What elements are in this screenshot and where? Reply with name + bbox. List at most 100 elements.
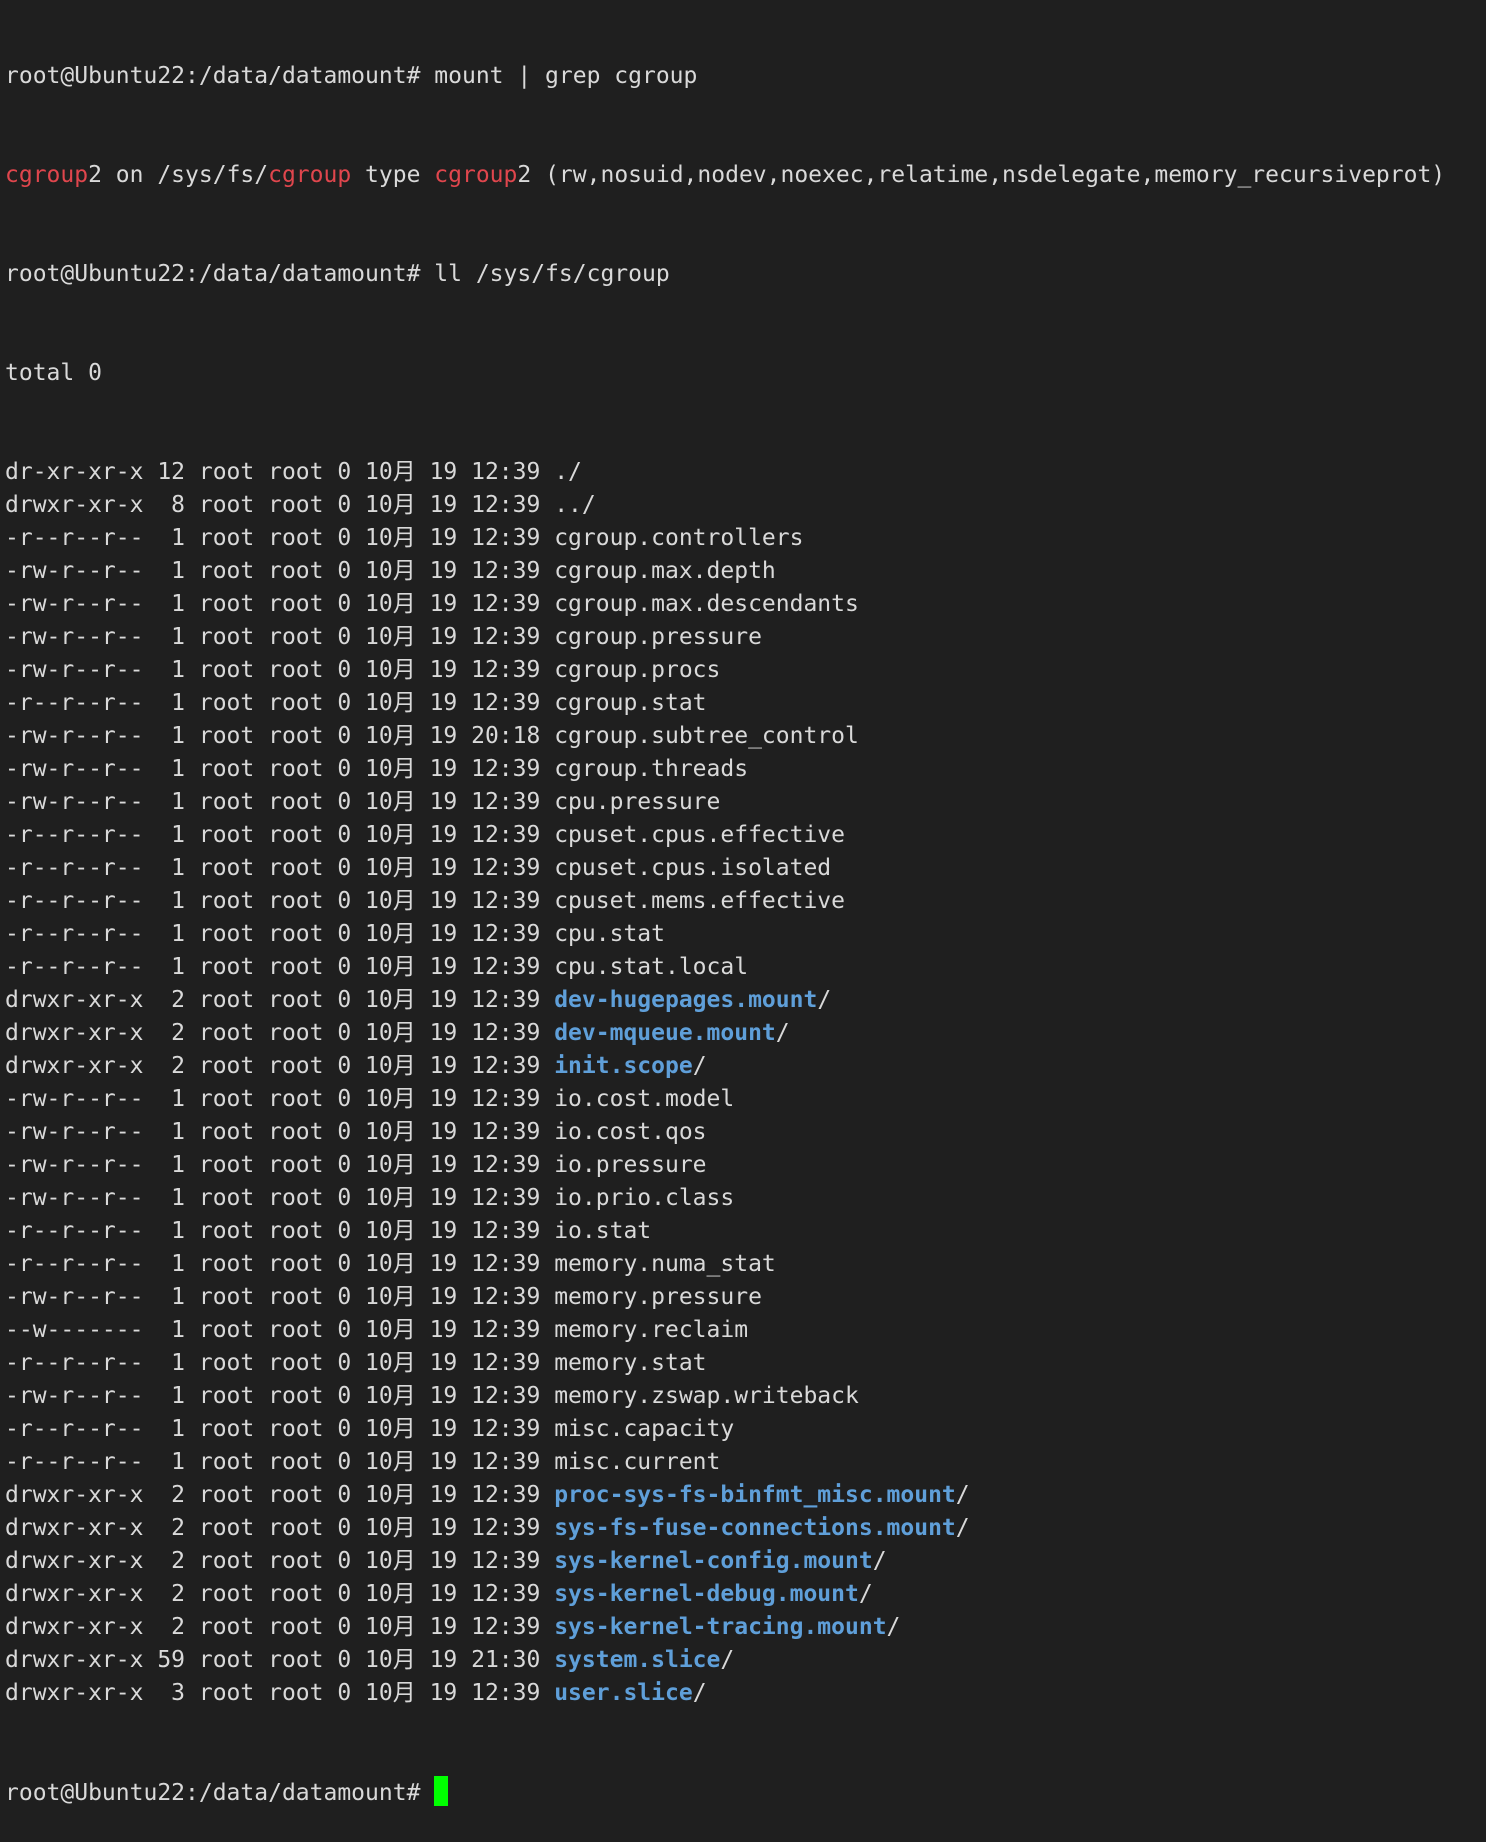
file-attributes: -rw-r--r-- 1 root root 0 10月 19 12:39 — [5, 1185, 555, 1211]
listing-row: -r--r--r-- 1 root root 0 10月 19 12:39 cg… — [5, 522, 1486, 555]
file-attributes: drwxr-xr-x 8 root root 0 10月 19 12:39 — [5, 492, 555, 518]
output-text: 2 on /sys/fs/ — [88, 162, 269, 188]
listing-row: -rw-r--r-- 1 root root 0 10月 19 12:39 cg… — [5, 588, 1486, 621]
directory-name: sys-kernel-debug.mount — [554, 1581, 859, 1607]
text-cursor[interactable] — [434, 1776, 449, 1806]
directory-suffix: / — [858, 1581, 873, 1607]
file-name: cgroup.procs — [554, 657, 721, 683]
directory-suffix: / — [955, 1482, 970, 1508]
file-attributes: drwxr-xr-x 2 root root 0 10月 19 12:39 — [5, 1020, 555, 1046]
file-name: memory.zswap.writeback — [554, 1383, 859, 1409]
file-name: cpu.stat — [554, 921, 665, 947]
listing-row: -r--r--r-- 1 root root 0 10月 19 12:39 me… — [5, 1248, 1486, 1281]
directory-name: user.slice — [554, 1680, 693, 1706]
file-attributes: -rw-r--r-- 1 root root 0 10月 19 12:39 — [5, 756, 555, 782]
file-attributes: drwxr-xr-x 2 root root 0 10月 19 12:39 — [5, 1053, 555, 1079]
file-attributes: -r--r--r-- 1 root root 0 10月 19 12:39 — [5, 1251, 555, 1277]
file-attributes: -rw-r--r-- 1 root root 0 10月 19 20:18 — [5, 723, 555, 749]
directory-name: sys-kernel-config.mount — [554, 1548, 873, 1574]
listing-row: -rw-r--r-- 1 root root 0 10月 19 12:39 me… — [5, 1380, 1486, 1413]
listing-row: -rw-r--r-- 1 root root 0 10月 19 12:39 cg… — [5, 621, 1486, 654]
listing-row: -r--r--r-- 1 root root 0 10月 19 12:39 me… — [5, 1347, 1486, 1380]
listing-row: -r--r--r-- 1 root root 0 10月 19 12:39 cp… — [5, 951, 1486, 984]
listing-row: -rw-r--r-- 1 root root 0 10月 19 12:39 io… — [5, 1182, 1486, 1215]
listing-row: drwxr-xr-x 2 root root 0 10月 19 12:39 pr… — [5, 1479, 1486, 1512]
directory-suffix: / — [886, 1614, 901, 1640]
file-attributes: -rw-r--r-- 1 root root 0 10月 19 12:39 — [5, 657, 555, 683]
grep-match: cgroup — [5, 162, 89, 188]
file-attributes: -r--r--r-- 1 root root 0 10月 19 12:39 — [5, 822, 555, 848]
file-name: cgroup.subtree_control — [554, 723, 859, 749]
prompt: root@Ubuntu22:/data/datamount# — [5, 1780, 421, 1806]
listing-row: -rw-r--r-- 1 root root 0 10月 19 12:39 cp… — [5, 786, 1486, 819]
file-name: io.stat — [554, 1218, 652, 1244]
listing-row: -rw-r--r-- 1 root root 0 10月 19 12:39 io… — [5, 1083, 1486, 1116]
file-attributes: -r--r--r-- 1 root root 0 10月 19 12:39 — [5, 921, 555, 947]
output-text: type — [351, 162, 435, 188]
file-name: cpu.pressure — [554, 789, 721, 815]
command-line-1: root@Ubuntu22:/data/datamount# mount | g… — [5, 60, 1486, 93]
file-name: cpu.stat.local — [554, 954, 749, 980]
file-attributes: -rw-r--r-- 1 root root 0 10月 19 12:39 — [5, 1119, 555, 1145]
file-name: io.cost.qos — [554, 1119, 707, 1145]
directory-suffix: / — [692, 1053, 707, 1079]
listing-row: -r--r--r-- 1 root root 0 10月 19 12:39 mi… — [5, 1446, 1486, 1479]
file-name: cpuset.cpus.isolated — [554, 855, 832, 881]
listing-row: dr-xr-xr-x 12 root root 0 10月 19 12:39 .… — [5, 456, 1486, 489]
listing-row: -rw-r--r-- 1 root root 0 10月 19 12:39 io… — [5, 1116, 1486, 1149]
file-name: cgroup.threads — [554, 756, 749, 782]
directory-name: proc-sys-fs-binfmt_misc.mount — [554, 1482, 956, 1508]
listing-row: drwxr-xr-x 2 root root 0 10月 19 12:39 de… — [5, 1017, 1486, 1050]
command-text: mount | grep cgroup — [434, 63, 698, 89]
file-name: cpuset.mems.effective — [554, 888, 845, 914]
listing-row: -r--r--r-- 1 root root 0 10月 19 12:39 cp… — [5, 885, 1486, 918]
directory-name: dev-mqueue.mount — [554, 1020, 776, 1046]
directory-suffix: / — [955, 1515, 970, 1541]
file-name: memory.reclaim — [554, 1317, 749, 1343]
active-prompt-line[interactable]: root@Ubuntu22:/data/datamount# — [5, 1776, 1486, 1809]
listing-row: -rw-r--r-- 1 root root 0 10月 19 20:18 cg… — [5, 720, 1486, 753]
file-attributes: dr-xr-xr-x 12 root root 0 10月 19 12:39 — [5, 459, 555, 485]
file-attributes: -rw-r--r-- 1 root root 0 10月 19 12:39 — [5, 624, 555, 650]
file-name: memory.numa_stat — [554, 1251, 776, 1277]
listing-row: -r--r--r-- 1 root root 0 10月 19 12:39 io… — [5, 1215, 1486, 1248]
prompt: root@Ubuntu22:/data/datamount# — [5, 261, 421, 287]
file-attributes: drwxr-xr-x 2 root root 0 10月 19 12:39 — [5, 1614, 555, 1640]
listing-row: -rw-r--r-- 1 root root 0 10月 19 12:39 cg… — [5, 753, 1486, 786]
directory-name: sys-fs-fuse-connections.mount — [554, 1515, 956, 1541]
listing-row: -rw-r--r-- 1 root root 0 10月 19 12:39 cg… — [5, 555, 1486, 588]
file-attributes: -r--r--r-- 1 root root 0 10月 19 12:39 — [5, 1218, 555, 1244]
file-attributes: --w------- 1 root root 0 10月 19 12:39 — [5, 1317, 555, 1343]
listing-row: -rw-r--r-- 1 root root 0 10月 19 12:39 io… — [5, 1149, 1486, 1182]
terminal-window[interactable]: root@Ubuntu22:/data/datamount# mount | g… — [0, 0, 1486, 1806]
file-attributes: -r--r--r-- 1 root root 0 10月 19 12:39 — [5, 1449, 555, 1475]
listing-row: drwxr-xr-x 2 root root 0 10月 19 12:39 sy… — [5, 1545, 1486, 1578]
command-text: ll /sys/fs/cgroup — [434, 261, 670, 287]
file-attributes: drwxr-xr-x 2 root root 0 10月 19 12:39 — [5, 987, 555, 1013]
directory-name: dev-hugepages.mount — [554, 987, 818, 1013]
grep-match: cgroup — [434, 162, 518, 188]
listing-row: drwxr-xr-x 2 root root 0 10月 19 12:39 sy… — [5, 1512, 1486, 1545]
listing-row: -r--r--r-- 1 root root 0 10月 19 12:39 cg… — [5, 687, 1486, 720]
directory-suffix: / — [692, 1680, 707, 1706]
directory-name: system.slice — [554, 1647, 721, 1673]
file-name: cgroup.max.depth — [554, 558, 776, 584]
file-name: memory.pressure — [554, 1284, 762, 1310]
file-name: io.cost.model — [554, 1086, 735, 1112]
listing-row: -r--r--r-- 1 root root 0 10月 19 12:39 cp… — [5, 918, 1486, 951]
file-attributes: -rw-r--r-- 1 root root 0 10月 19 12:39 — [5, 1086, 555, 1112]
file-name: misc.capacity — [554, 1416, 735, 1442]
file-name: memory.stat — [554, 1350, 707, 1376]
file-name: cgroup.stat — [554, 690, 707, 716]
command-line-2: root@Ubuntu22:/data/datamount# ll /sys/f… — [5, 258, 1486, 291]
file-attributes: drwxr-xr-x 59 root root 0 10月 19 21:30 — [5, 1647, 555, 1673]
listing-row: -r--r--r-- 1 root root 0 10月 19 12:39 mi… — [5, 1413, 1486, 1446]
file-attributes: -r--r--r-- 1 root root 0 10月 19 12:39 — [5, 1416, 555, 1442]
directory-ref: ./ — [554, 459, 582, 485]
file-attributes: -r--r--r-- 1 root root 0 10月 19 12:39 — [5, 888, 555, 914]
listing-row: drwxr-xr-x 2 root root 0 10月 19 12:39 de… — [5, 984, 1486, 1017]
directory-suffix: / — [872, 1548, 887, 1574]
output-text: 2 (rw,nosuid,nodev,noexec,relatime,nsdel… — [517, 162, 1446, 188]
directory-ref: ../ — [554, 492, 596, 518]
prompt: root@Ubuntu22:/data/datamount# — [5, 63, 421, 89]
